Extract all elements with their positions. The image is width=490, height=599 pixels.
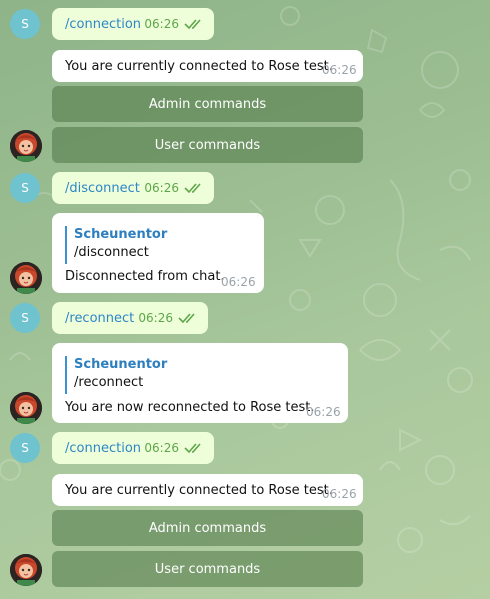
bot-avatar[interactable]	[10, 554, 42, 586]
double-check-icon	[184, 183, 201, 194]
reply-text: /reconnect	[74, 375, 144, 390]
double-check-icon	[184, 443, 201, 454]
outgoing-message[interactable]: /reconnect 06:26	[52, 302, 208, 334]
message-text: You are now reconnected to Rose test.	[65, 400, 315, 415]
bot-avatar-image	[10, 392, 42, 424]
command-link[interactable]: /connection	[65, 441, 141, 456]
bot-avatar[interactable]	[10, 262, 42, 294]
outgoing-message[interactable]: /connection 06:26	[52, 432, 214, 464]
message-time: 06:26	[144, 441, 179, 455]
message-text: Disconnected from chat.	[65, 269, 225, 284]
message-time: 06:26	[221, 275, 256, 289]
user-commands-button[interactable]: User commands	[52, 127, 363, 163]
message-time: 06:26	[306, 405, 341, 419]
incoming-message[interactable]: Scheunentor /disconnect Disconnected fro…	[52, 213, 264, 293]
bot-avatar[interactable]	[10, 130, 42, 162]
message-time: 06:26	[322, 487, 357, 501]
message-text: You are currently connected to Rose test…	[65, 483, 333, 498]
user-avatar[interactable]: S	[10, 173, 40, 203]
admin-commands-button[interactable]: Admin commands	[52, 510, 363, 546]
message-time: 06:26	[322, 63, 357, 77]
reply-sender: Scheunentor	[74, 227, 168, 242]
double-check-icon	[184, 19, 201, 30]
reply-quote[interactable]: Scheunentor /disconnect	[65, 226, 167, 264]
reply-quote[interactable]: Scheunentor /reconnect	[65, 356, 167, 394]
command-link[interactable]: /reconnect	[65, 311, 134, 326]
user-avatar[interactable]: S	[10, 9, 40, 39]
user-avatar[interactable]: S	[10, 303, 40, 333]
bot-avatar-image	[10, 262, 42, 294]
outgoing-message[interactable]: /disconnect 06:26	[52, 172, 214, 204]
command-link[interactable]: /disconnect	[65, 181, 140, 196]
double-check-icon	[178, 313, 195, 324]
command-link[interactable]: /connection	[65, 17, 141, 32]
reply-text: /disconnect	[74, 245, 149, 260]
incoming-message[interactable]: Scheunentor /reconnect You are now recon…	[52, 343, 348, 423]
message-time: 06:26	[138, 311, 173, 325]
admin-commands-button[interactable]: Admin commands	[52, 86, 363, 122]
user-commands-button[interactable]: User commands	[52, 551, 363, 587]
message-time: 06:26	[144, 181, 179, 195]
bot-avatar-image	[10, 130, 42, 162]
message-time: 06:26	[144, 17, 179, 31]
outgoing-message[interactable]: /connection 06:26	[52, 8, 214, 40]
bot-avatar[interactable]	[10, 392, 42, 424]
message-text: You are currently connected to Rose test…	[65, 59, 333, 74]
incoming-message[interactable]: You are currently connected to Rose test…	[52, 50, 363, 82]
bot-avatar-image	[10, 554, 42, 586]
incoming-message[interactable]: You are currently connected to Rose test…	[52, 474, 363, 506]
user-avatar[interactable]: S	[10, 433, 40, 463]
reply-sender: Scheunentor	[74, 357, 168, 372]
